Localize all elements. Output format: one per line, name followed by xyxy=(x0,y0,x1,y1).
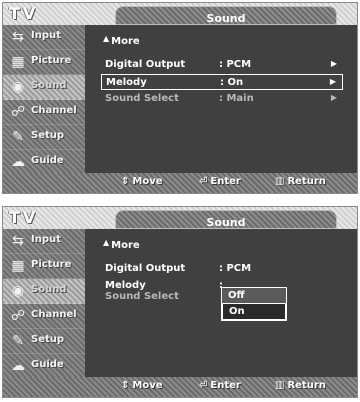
row-value: : On xyxy=(220,77,244,88)
return-icon: ▥ xyxy=(275,176,285,187)
enter-hint: ⏎ Enter xyxy=(199,176,241,187)
sound-menu-screen-melody-dropdown: TV Sound ⇆ Input ▦ Picture ◉ Sound ☍ Cha… xyxy=(2,206,358,398)
more-item[interactable]: ▲ More xyxy=(103,238,140,251)
sound-menu-screen: TV Sound ⇆ Input ▦ Picture ◉ Sound ☍ Cha… xyxy=(2,2,358,194)
enter-label: Enter xyxy=(210,380,241,391)
sidebar-item-label: Input xyxy=(31,234,61,245)
top-bar: TV Sound xyxy=(3,207,357,230)
return-icon: ▥ xyxy=(275,380,285,391)
sound-icon: ◉ xyxy=(11,283,25,299)
right-arrow-icon: ▶ xyxy=(330,93,337,102)
setup-icon: ✎ xyxy=(12,333,24,349)
sidebar-item-picture[interactable]: ▦ Picture xyxy=(3,50,85,75)
move-hint: ⇕ Move xyxy=(121,380,163,391)
up-down-icon: ⇕ xyxy=(121,176,130,187)
row-name: Melody xyxy=(106,77,147,88)
input-icon: ⇆ xyxy=(12,233,24,249)
return-hint: ▥ Return xyxy=(275,380,326,391)
sidebar-item-input[interactable]: ⇆ Input xyxy=(3,25,85,50)
channel-icon: ☍ xyxy=(10,104,26,120)
up-arrow-icon: ▲ xyxy=(103,34,110,43)
sidebar-item-label: Sound xyxy=(31,80,67,91)
row-value: : PCM xyxy=(219,59,252,70)
input-icon: ⇆ xyxy=(12,29,24,45)
enter-label: Enter xyxy=(210,176,241,187)
right-arrow-icon: ▶ xyxy=(329,77,336,86)
sidebar-item-label: Picture xyxy=(31,259,72,270)
menu-panel: ▲ More Digital Output : PCM ▶ Melody : On… xyxy=(85,25,357,175)
sidebar-item-label: Guide xyxy=(31,155,64,166)
more-label: More xyxy=(111,240,140,251)
sidebar-item-label: Channel xyxy=(31,105,77,116)
enter-icon: ⏎ xyxy=(199,176,208,187)
sidebar-item-channel[interactable]: ☍ Channel xyxy=(3,100,85,125)
enter-icon: ⏎ xyxy=(199,380,208,391)
menu-title-tab: Sound xyxy=(115,6,337,25)
sidebar-item-guide[interactable]: ☁ Guide xyxy=(3,150,85,175)
menu-title: Sound xyxy=(206,12,246,25)
menu-row-digital-output[interactable]: Digital Output : PCM xyxy=(101,261,343,277)
sidebar-item-sound[interactable]: ◉ Sound xyxy=(3,279,85,304)
sidebar-item-label: Picture xyxy=(31,55,72,66)
picture-icon: ▦ xyxy=(11,258,25,274)
right-arrow-icon: ▶ xyxy=(330,59,337,68)
sidebar-item-label: Channel xyxy=(31,309,77,320)
menu-row-digital-output[interactable]: Digital Output : PCM ▶ xyxy=(101,57,343,73)
return-hint: ▥ Return xyxy=(275,176,326,187)
up-arrow-icon: ▲ xyxy=(103,238,110,247)
sidebar-item-setup[interactable]: ✎ Setup xyxy=(3,329,85,354)
menu-row-sound-select[interactable]: Sound Select : Main ▶ xyxy=(101,91,343,107)
sound-icon: ◉ xyxy=(11,79,25,95)
sidebar-item-setup[interactable]: ✎ Setup xyxy=(3,125,85,150)
setup-icon: ✎ xyxy=(12,129,24,145)
dropdown-option-off[interactable]: Off xyxy=(222,288,286,303)
row-value: : PCM xyxy=(219,263,252,274)
bottom-hint-bar: ⇕ Move ⏎ Enter ▥ Return xyxy=(3,377,357,397)
sidebar-item-picture[interactable]: ▦ Picture xyxy=(3,254,85,279)
sidebar: ⇆ Input ▦ Picture ◉ Sound ☍ Channel ✎ Se… xyxy=(3,229,85,379)
bottom-hint-bar: ⇕ Move ⏎ Enter ▥ Return xyxy=(3,173,357,193)
sidebar-item-label: Guide xyxy=(31,359,64,370)
menu-title: Sound xyxy=(206,216,246,229)
up-down-icon: ⇕ xyxy=(121,380,130,391)
tv-label: TV xyxy=(9,208,39,227)
channel-icon: ☍ xyxy=(10,308,26,324)
dropdown-option-on[interactable]: On xyxy=(222,303,286,320)
sidebar-item-label: Sound xyxy=(31,284,67,295)
return-label: Return xyxy=(287,380,326,391)
picture-icon: ▦ xyxy=(11,54,25,70)
melody-dropdown[interactable]: Off On xyxy=(221,287,287,321)
more-item[interactable]: ▲ More xyxy=(103,34,140,47)
sidebar-item-channel[interactable]: ☍ Channel xyxy=(3,304,85,329)
tv-label: TV xyxy=(9,4,39,23)
sidebar-item-sound[interactable]: ◉ Sound xyxy=(3,75,85,100)
sidebar: ⇆ Input ▦ Picture ◉ Sound ☍ Channel ✎ Se… xyxy=(3,25,85,175)
top-bar: TV Sound xyxy=(3,3,357,26)
move-label: Move xyxy=(132,380,163,391)
row-name: Sound Select xyxy=(105,291,179,302)
row-name: Sound Select xyxy=(105,93,179,104)
menu-row-melody[interactable]: Melody : On ▶ xyxy=(101,74,343,90)
more-label: More xyxy=(111,36,140,47)
move-label: Move xyxy=(132,176,163,187)
enter-hint: ⏎ Enter xyxy=(199,380,241,391)
sidebar-item-guide[interactable]: ☁ Guide xyxy=(3,354,85,379)
return-label: Return xyxy=(287,176,326,187)
sidebar-item-label: Setup xyxy=(31,334,65,345)
move-hint: ⇕ Move xyxy=(121,176,163,187)
row-value: : Main xyxy=(219,93,254,104)
sidebar-item-label: Input xyxy=(31,30,61,41)
guide-icon: ☁ xyxy=(11,154,25,170)
row-name: Digital Output xyxy=(105,59,186,70)
menu-title-tab: Sound xyxy=(115,210,337,229)
sidebar-item-label: Setup xyxy=(31,130,65,141)
sidebar-item-input[interactable]: ⇆ Input xyxy=(3,229,85,254)
row-name: Digital Output xyxy=(105,263,186,274)
guide-icon: ☁ xyxy=(11,358,25,374)
